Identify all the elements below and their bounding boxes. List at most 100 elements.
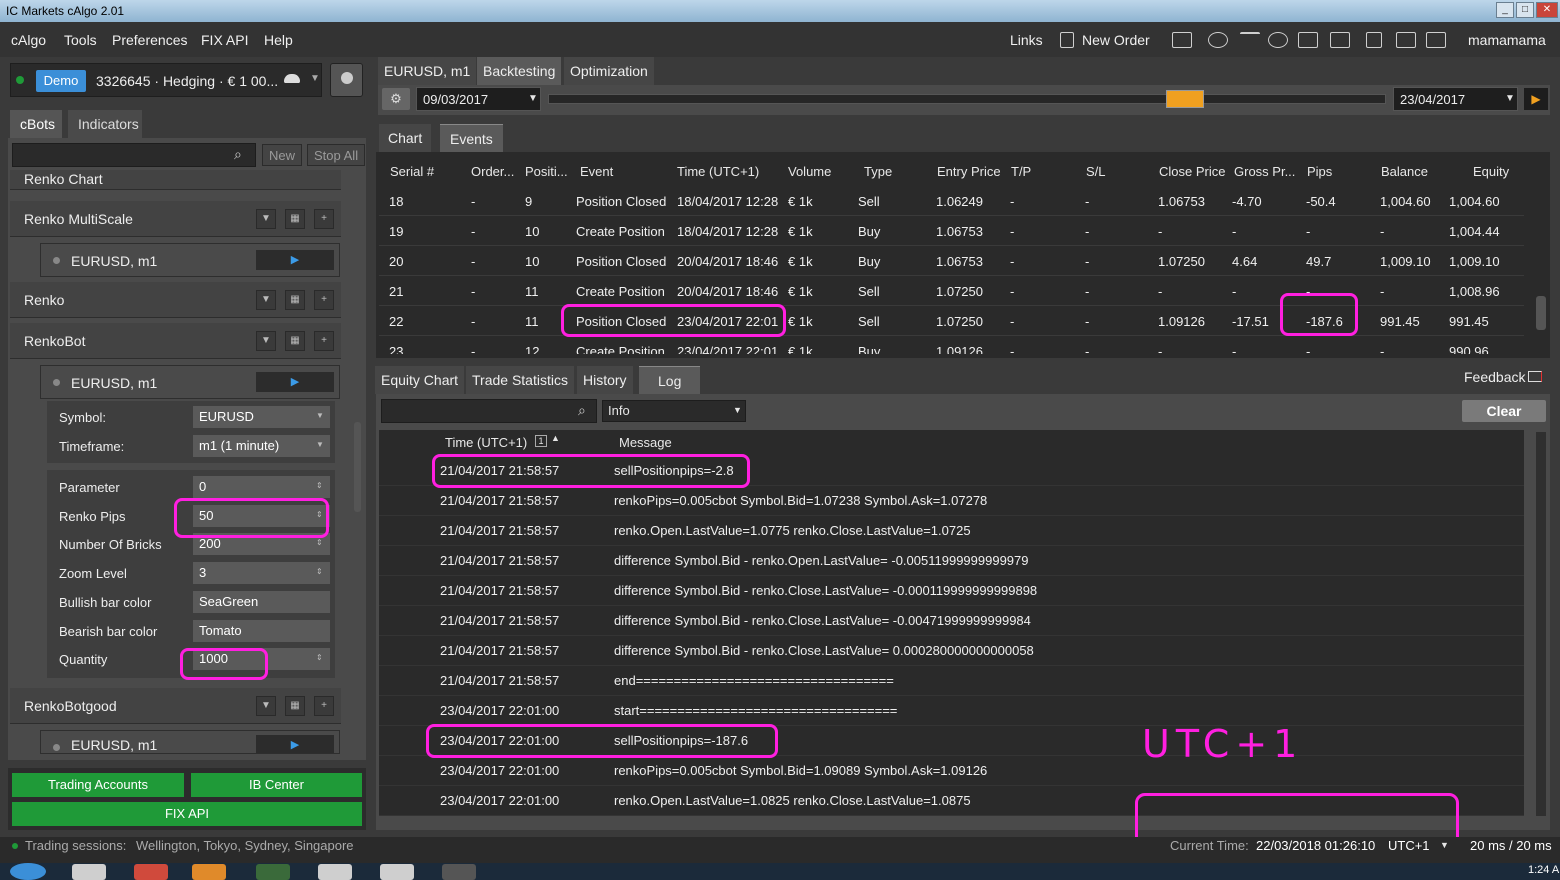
events-header-col-9[interactable]: S/L xyxy=(1086,164,1106,179)
feedback-link[interactable]: Feedback xyxy=(1464,369,1525,385)
tab-equity-chart[interactable]: Equity Chart xyxy=(375,366,465,394)
tab-indicators[interactable]: Indicators xyxy=(68,110,142,138)
menu-tools[interactable]: Tools xyxy=(64,32,97,48)
instances-icon[interactable]: ▦ xyxy=(285,209,305,229)
new-order-button[interactable]: New Order xyxy=(1082,32,1150,48)
stepper-icon[interactable]: ⇕ xyxy=(316,567,323,576)
tab-optimization[interactable]: Optimization xyxy=(564,57,654,85)
events-row[interactable]: 20 - 10 Position Closed 20/04/2017 18:46 € 1k… xyxy=(379,246,1524,276)
settings-gear-icon[interactable]: ⚙ xyxy=(382,88,410,110)
stepper-icon[interactable]: ⇕ xyxy=(316,538,323,547)
log-header-time[interactable]: Time (UTC+1) xyxy=(445,435,527,450)
log-row[interactable]: 21/04/2017 21:58:57 difference Symbol.Bid… xyxy=(379,546,1524,576)
instance-renkobotgood[interactable]: EURUSD, m1 ▶ xyxy=(40,730,340,754)
events-header-col-13[interactable]: Balance xyxy=(1381,164,1428,179)
calculator-icon[interactable] xyxy=(1298,32,1318,48)
log-row[interactable]: 21/04/2017 21:58:57 end==================… xyxy=(379,666,1524,696)
bot-renkobot[interactable]: RenkoBot ▼ ▦ + xyxy=(10,323,341,359)
left-scrollbar[interactable] xyxy=(354,422,361,512)
layout-icon[interactable] xyxy=(1396,32,1416,48)
tab-backtesting[interactable]: Backtesting xyxy=(477,57,562,85)
chevron-down-icon[interactable]: ▼ xyxy=(316,411,324,420)
tab-history[interactable]: History xyxy=(577,366,633,394)
tab-symbol-chart[interactable]: EURUSD, m1 xyxy=(378,57,477,85)
events-header-col-2[interactable]: Positi... xyxy=(525,164,568,179)
add-instance-button[interactable]: + xyxy=(314,209,334,229)
events-header-col-11[interactable]: Gross Pr... xyxy=(1234,164,1295,179)
events-header-col-8[interactable]: T/P xyxy=(1011,164,1031,179)
events-header-col-1[interactable]: Order... xyxy=(471,164,514,179)
tab-events[interactable]: Events xyxy=(440,124,503,152)
user-name[interactable]: mamamama xyxy=(1468,32,1546,48)
fix-api-button[interactable]: FIX API xyxy=(12,802,362,826)
events-header-col-4[interactable]: Time (UTC+1) xyxy=(677,164,759,179)
date-range-slider[interactable] xyxy=(548,94,1386,104)
fullscreen-icon[interactable] xyxy=(1426,32,1446,48)
log-search-input[interactable] xyxy=(381,399,597,423)
param-input-symbol[interactable]: EURUSD xyxy=(193,406,330,428)
date-to-input[interactable]: 23/04/2017 xyxy=(1393,87,1518,111)
instances-icon[interactable]: ▦ xyxy=(285,696,305,716)
events-header-col-5[interactable]: Volume xyxy=(788,164,831,179)
clear-button[interactable]: Clear xyxy=(1462,400,1546,422)
log-row[interactable]: 23/04/2017 22:01:00 renkoPips=0.005cbot S… xyxy=(379,756,1524,786)
chevron-down-icon[interactable]: ▼ xyxy=(1440,840,1449,850)
tab-log[interactable]: Log xyxy=(639,366,701,394)
tab-cbots[interactable]: cBots xyxy=(10,110,62,138)
chrome-icon[interactable] xyxy=(134,864,168,880)
chevron-down-icon[interactable]: ▼ xyxy=(316,440,324,449)
bot-renko[interactable]: Renko ▼ ▦ + xyxy=(10,282,341,318)
events-header-col-0[interactable]: Serial # xyxy=(390,164,434,179)
instances-icon[interactable]: ▦ xyxy=(285,331,305,351)
chevron-down-icon[interactable]: ▼ xyxy=(256,209,276,229)
maximize-button[interactable]: □ xyxy=(1516,2,1534,18)
add-instance-button[interactable]: + xyxy=(314,696,334,716)
date-from-input[interactable]: 09/03/2017 xyxy=(416,87,541,111)
param-input-bullish-bar-color[interactable]: SeaGreen xyxy=(193,591,330,613)
param-input-parameter[interactable]: 0 xyxy=(193,476,330,498)
chevron-down-icon[interactable]: ▼ xyxy=(256,331,276,351)
menu-help[interactable]: Help xyxy=(264,32,293,48)
explorer-icon[interactable] xyxy=(72,864,106,880)
stepper-icon[interactable]: ⇕ xyxy=(316,653,323,662)
minimize-button[interactable]: _ xyxy=(1496,2,1514,18)
chevron-down-icon[interactable]: ▼ xyxy=(310,73,320,84)
instances-icon[interactable]: ▦ xyxy=(285,290,305,310)
play-icon[interactable]: ▶ xyxy=(256,250,334,270)
log-row[interactable]: 21/04/2017 21:58:57 difference Symbol.Bid… xyxy=(379,636,1524,666)
speaker-icon[interactable] xyxy=(1366,32,1382,48)
app-icon[interactable] xyxy=(380,864,414,880)
events-scrollbar[interactable] xyxy=(1536,296,1546,330)
tab-trade-statistics[interactable]: Trade Statistics xyxy=(466,366,574,394)
events-header-col-12[interactable]: Pips xyxy=(1307,164,1332,179)
close-button[interactable]: ✕ xyxy=(1536,2,1558,18)
search-icon[interactable]: ⌕ xyxy=(578,402,586,419)
events-header-col-10[interactable]: Close Price xyxy=(1159,164,1225,179)
timezone-select[interactable]: UTC+1 xyxy=(1388,838,1430,853)
bot-renko-multiscale[interactable]: Renko MultiScale ▼ ▦ + xyxy=(10,201,341,237)
start-button[interactable] xyxy=(10,863,46,880)
log-row[interactable]: 23/04/2017 22:01:00 start================… xyxy=(379,696,1524,726)
events-header-col-7[interactable]: Entry Price xyxy=(937,164,1001,179)
chevron-down-icon[interactable]: ▼ xyxy=(256,290,276,310)
menu-preferences[interactable]: Preferences xyxy=(112,32,187,48)
add-instance-button[interactable]: + xyxy=(314,331,334,351)
video-icon[interactable] xyxy=(1172,32,1192,48)
mail-icon[interactable] xyxy=(1330,32,1350,48)
log-level-select[interactable]: Info xyxy=(602,400,746,422)
user-profile-button[interactable] xyxy=(330,63,363,97)
cbot-search-input[interactable] xyxy=(12,143,256,167)
instance-renkobot[interactable]: EURUSD, m1 ▶ xyxy=(40,365,340,399)
calgo-taskbar-icon[interactable] xyxy=(442,864,476,880)
stepper-icon[interactable]: ⇕ xyxy=(316,481,323,490)
bot-renkobotgood[interactable]: RenkoBotgood ▼ ▦ + xyxy=(10,688,341,724)
log-row[interactable]: 21/04/2017 21:58:57 renko.Open.LastValue=… xyxy=(379,516,1524,546)
events-header-col-14[interactable]: Equity xyxy=(1473,164,1509,179)
log-row[interactable]: 21/04/2017 21:58:57 difference Symbol.Bid… xyxy=(379,576,1524,606)
firefox-icon[interactable] xyxy=(192,864,226,880)
log-row[interactable]: 21/04/2017 21:58:57 renkoPips=0.005cbot S… xyxy=(379,486,1524,516)
events-row[interactable]: 23 - 12 Create Position 23/04/2017 22:01 € 1k… xyxy=(379,336,1524,354)
log-row[interactable]: 21/04/2017 21:58:57 difference Symbol.Bid… xyxy=(379,606,1524,636)
search-icon[interactable]: ⌕ xyxy=(234,146,242,163)
play-icon[interactable]: ▶ xyxy=(256,735,334,753)
